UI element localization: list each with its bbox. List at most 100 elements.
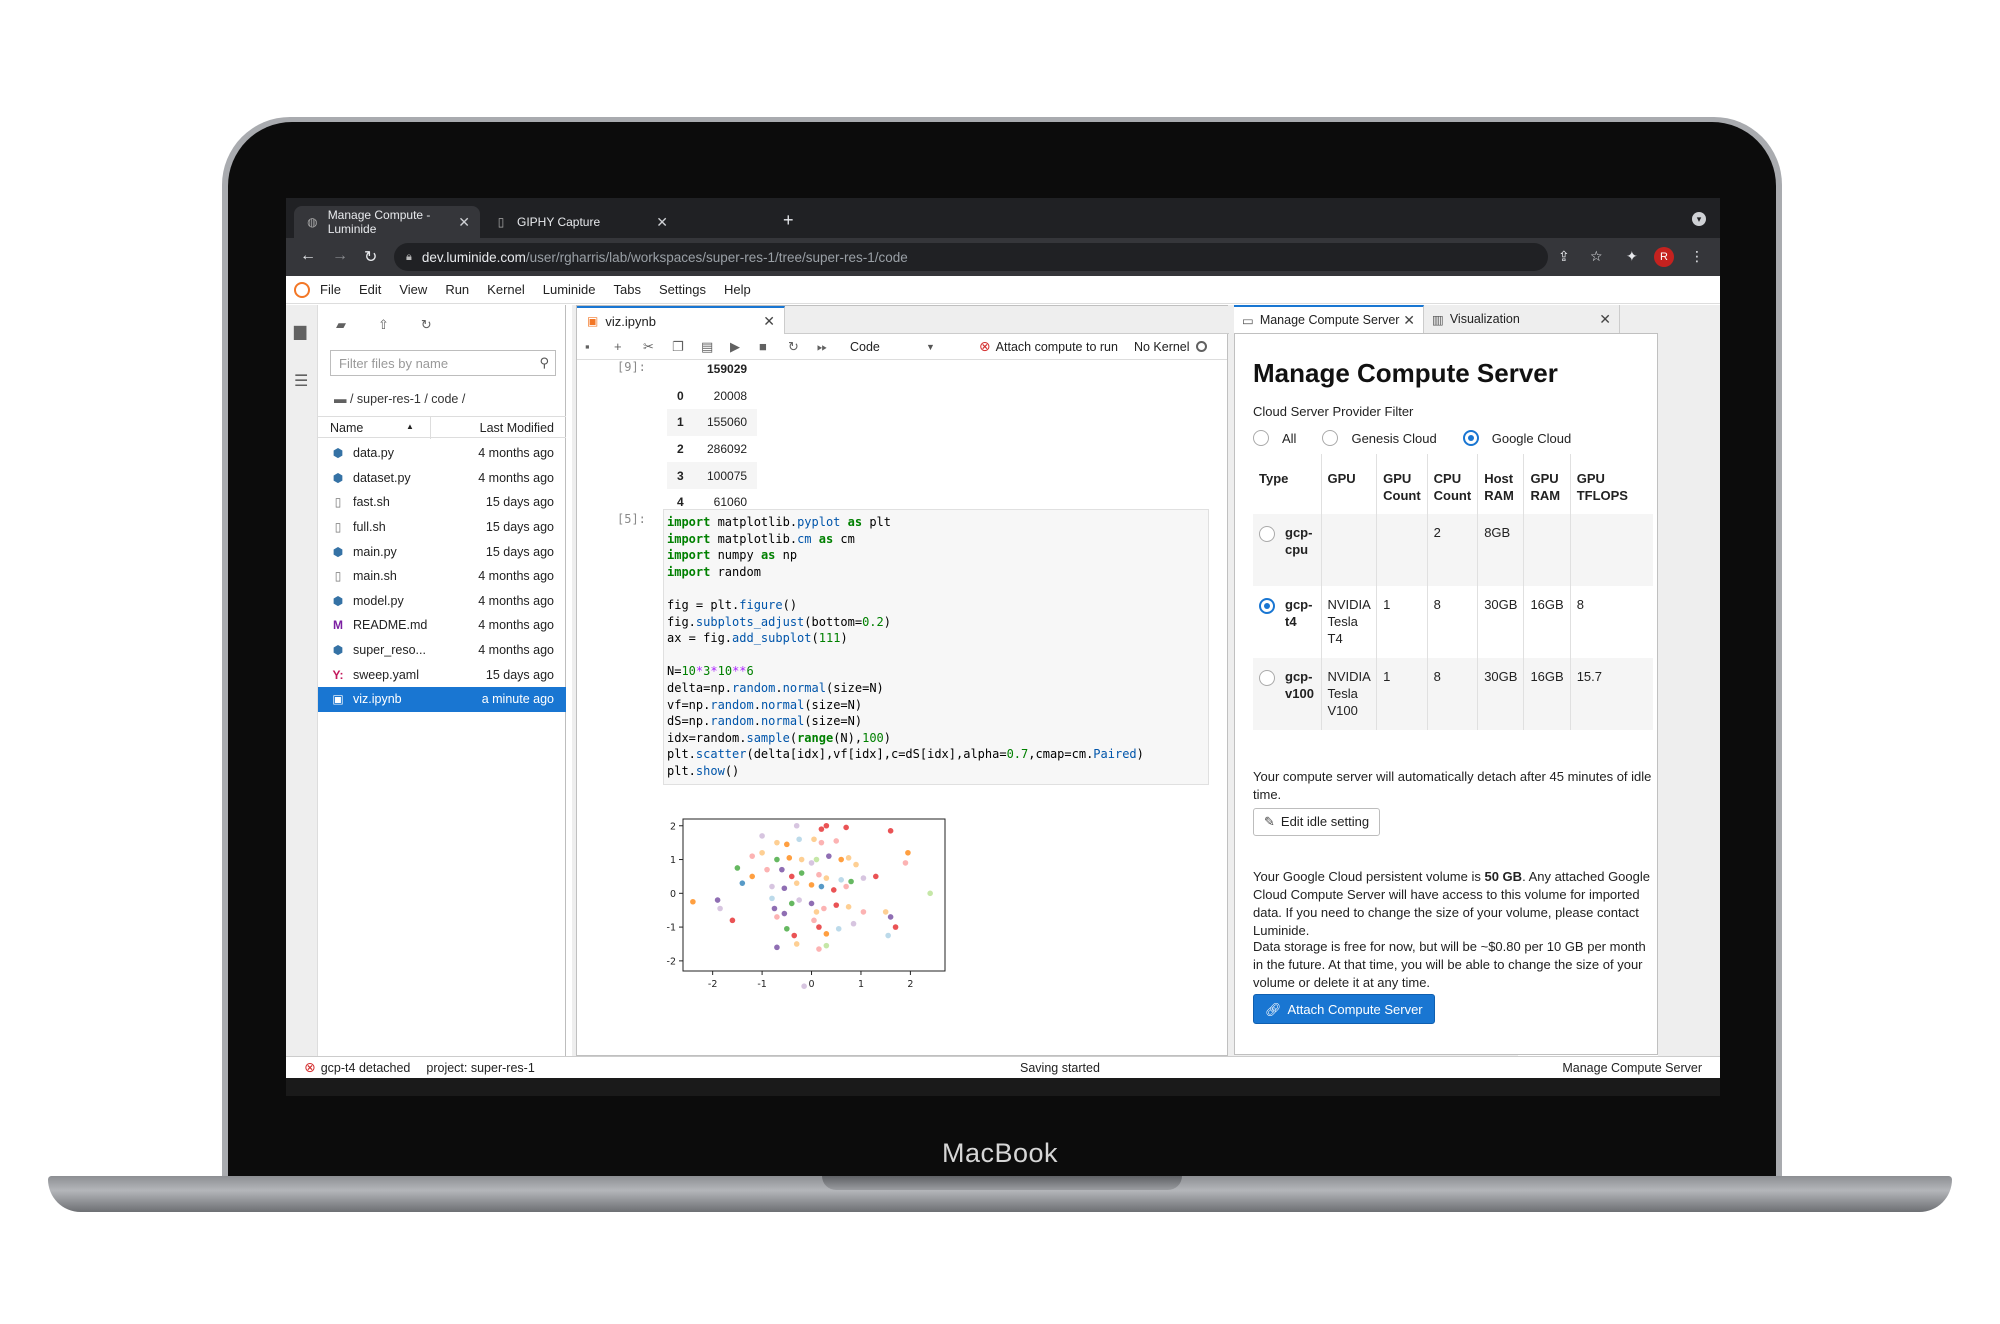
file-row-model-py[interactable]: ⬢ model.py 4 months ago [318, 589, 566, 614]
save-icon[interactable]: ▪ [585, 339, 614, 354]
code-line: import matplotlib.cm as cm [667, 531, 855, 546]
copy-icon[interactable]: ❐ [672, 339, 701, 355]
tab-visualization[interactable]: ▥ Visualization ✕ [1424, 305, 1620, 333]
browser-tab-manage-compute[interactable]: ◍ Manage Compute - Luminide ✕ [294, 206, 480, 238]
edit-idle-setting-button[interactable]: ✎ Edit idle setting [1253, 808, 1381, 836]
server-status[interactable]: gcp-t4 detached [321, 1061, 411, 1075]
database-icon[interactable]: ☰ [294, 371, 308, 391]
back-arrow-icon[interactable]: ← [300, 247, 316, 265]
share-icon[interactable]: ⇪ [1558, 248, 1570, 265]
tab-search-icon[interactable]: ▾ [1692, 212, 1706, 226]
menu-run[interactable]: Run [445, 282, 469, 297]
row-index: 2 [677, 442, 684, 457]
fast-forward-icon[interactable]: ⏩︎ [817, 339, 846, 355]
chevron-down-icon: ▼ [926, 341, 935, 352]
file-row-fast-sh[interactable]: ▯ fast.sh 15 days ago [318, 490, 566, 515]
url-host: dev.luminide.com [421, 249, 526, 265]
page-title: Manage Compute Server [1253, 358, 1558, 388]
stop-icon[interactable]: ■ [759, 339, 788, 354]
close-icon[interactable]: ✕ [458, 214, 470, 231]
kebab-menu-icon[interactable]: ⋮ [1690, 248, 1704, 265]
bookmark-star-icon[interactable]: ☆ [1590, 248, 1603, 265]
restart-icon[interactable]: ↻ [788, 339, 817, 355]
file-modified: 4 months ago [478, 643, 554, 658]
menu-settings[interactable]: Settings [659, 282, 706, 297]
file-row-main-py[interactable]: ⬢ main.py 15 days ago [318, 539, 566, 564]
scatter-point [798, 856, 805, 863]
idle-timeout-text: Your compute server will automatically d… [1253, 769, 1652, 802]
radio-google-cloud[interactable] [1462, 430, 1479, 446]
paste-icon[interactable]: ▤ [701, 339, 730, 355]
menu-kernel[interactable]: Kernel [487, 282, 525, 297]
run-icon[interactable]: ▶ [730, 339, 759, 355]
tab-manage-compute-server[interactable]: ▭ Manage Compute Server ✕ [1234, 305, 1424, 333]
scatter-point [769, 895, 775, 902]
new-tab-button[interactable]: + [783, 210, 794, 231]
close-icon[interactable]: ✕ [1403, 312, 1415, 329]
notebook-cells[interactable]: [9]: 159029 0 20008 1 155060 2 286092 3 … [577, 361, 1227, 1055]
file-row-sweep-yaml[interactable]: Y: sweep.yaml 15 days ago [318, 662, 566, 687]
close-icon[interactable]: ✕ [1599, 311, 1611, 328]
address-bar[interactable]: 🔒︎ dev.luminide.com/user/rgharris/lab/wo… [394, 243, 1548, 271]
reload-icon[interactable]: ↻ [364, 247, 377, 267]
filter-files-input[interactable]: Filter files by name ⚲ [330, 350, 556, 376]
cell-type-select[interactable]: Code [850, 340, 926, 354]
file-row-super-reso[interactable]: ⬢ super_reso... 4 months ago [318, 638, 566, 663]
browser-tab-giphy[interactable]: ▯ GIPHY Capture ✕ [482, 206, 678, 238]
file-modified: 4 months ago [478, 593, 554, 608]
radio-all[interactable] [1253, 430, 1269, 446]
file-row-full-sh[interactable]: ▯ full.sh 15 days ago [318, 515, 566, 540]
menu-help[interactable]: Help [724, 282, 751, 297]
col-gpu-tflops: GPU TFLOPS [1576, 471, 1628, 503]
add-cell-icon[interactable]: + [614, 339, 643, 354]
cut-icon[interactable]: ✂ [643, 339, 672, 355]
server-radio[interactable] [1259, 526, 1275, 542]
radio-genesis-cloud[interactable] [1322, 430, 1339, 446]
sort-ascending-icon: ▲ [406, 422, 414, 431]
menu-tabs[interactable]: Tabs [614, 282, 641, 297]
file-row-dataset-py[interactable]: ⬢ dataset.py 4 months ago [318, 466, 566, 491]
refresh-icon[interactable]: ↻ [421, 317, 432, 333]
folder-icon[interactable]: ▆ [294, 321, 306, 341]
kernel-name[interactable]: No Kernel [1134, 340, 1190, 354]
profile-avatar[interactable]: R [1654, 247, 1674, 267]
file-row-readme-md[interactable]: M README.md 4 months ago [318, 613, 566, 638]
menu-luminide[interactable]: Luminide [543, 282, 596, 297]
new-folder-icon[interactable]: ▰ [336, 317, 346, 333]
attach-compute-button[interactable]: ⊗ Attach compute to run [979, 338, 1118, 355]
radio-genesis-cloud-label[interactable]: Genesis Cloud [1351, 431, 1436, 446]
y-tick-label: -2 [667, 956, 676, 967]
breadcrumb-path[interactable]: / super-res-1 / code / [350, 392, 465, 406]
menu-file[interactable]: File [320, 282, 341, 297]
column-name-header[interactable]: Name [330, 421, 363, 435]
close-icon[interactable]: ✕ [763, 313, 775, 330]
file-row-data-py[interactable]: ⬢ data.py 4 months ago [318, 441, 566, 466]
forward-arrow-icon[interactable]: → [332, 247, 348, 265]
server-row-gcp-t4[interactable]: gcp-t4 NVIDIA Tesla T4 1 8 30GB 16GB 8 [1253, 586, 1653, 658]
extensions-puzzle-icon[interactable]: ✦ [1626, 248, 1638, 265]
storage-info-text: Data storage is free for now, but will b… [1253, 939, 1646, 990]
column-modified-header[interactable]: Last Modified [480, 421, 554, 435]
server-row-gcp-cpu[interactable]: gcp-cpu 2 8GB [1253, 514, 1653, 586]
file-browser-toolbar: ▰ ⇧ ↻ [336, 317, 432, 333]
radio-all-label[interactable]: All [1282, 431, 1296, 446]
server-radio[interactable] [1259, 670, 1275, 686]
server-row-gcp-v100[interactable]: gcp-v100 NVIDIA Tesla V100 1 8 30GB 16GB… [1253, 658, 1653, 730]
attach-compute-server-button[interactable]: 🔗︎ Attach Compute Server [1253, 994, 1435, 1024]
file-row-main-sh[interactable]: ▯ main.sh 4 months ago [318, 564, 566, 589]
scatter-point [816, 946, 822, 952]
file-list: ⬢ data.py 4 months ago ⬢ dataset.py 4 mo… [318, 441, 566, 712]
menu-edit[interactable]: Edit [359, 282, 381, 297]
active-panel-status: Manage Compute Server [1562, 1060, 1702, 1075]
upload-icon[interactable]: ⇧ [378, 317, 389, 333]
file-row-viz-ipynb[interactable]: ▣ viz.ipynb a minute ago [318, 686, 566, 712]
close-icon[interactable]: ✕ [656, 214, 668, 231]
menu-view[interactable]: View [399, 282, 427, 297]
scatter-point [833, 838, 840, 844]
file-modified: 15 days ago [485, 495, 554, 510]
server-radio[interactable] [1259, 598, 1275, 614]
scatter-point [801, 983, 807, 989]
radio-google-cloud-label[interactable]: Google Cloud [1492, 431, 1572, 446]
code-editor[interactable]: import matplotlib.pyplot as plt import ma… [663, 509, 1209, 785]
notebook-tab[interactable]: ▣ viz.ipynb ✕ [577, 306, 785, 334]
